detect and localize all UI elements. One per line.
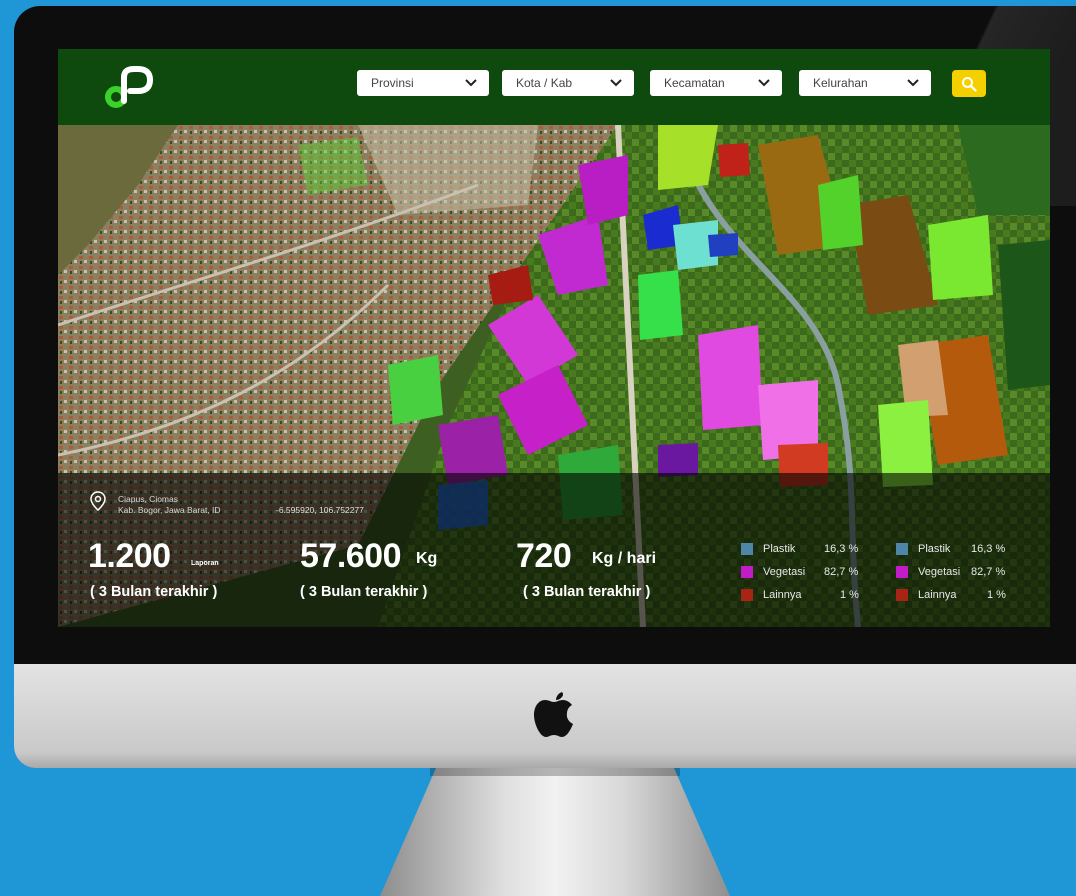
- daily-weight-unit: Kg / hari: [592, 550, 657, 567]
- legend-swatch: [741, 566, 753, 578]
- legend-item-vegetasi: Vegetasi: [741, 566, 805, 578]
- stand-shadow: [430, 768, 680, 776]
- legend-label: Vegetasi: [763, 566, 806, 578]
- legend-label: Lainnya: [763, 589, 802, 601]
- daily-weight-period: ( 3 Bulan terakhir ): [523, 584, 651, 600]
- location-place: Ciapus, Ciomas: [118, 494, 178, 504]
- reports-period: ( 3 Bulan terakhir ): [90, 584, 218, 600]
- legend-label: Lainnya: [918, 589, 957, 601]
- reports-unit: Laporan: [191, 560, 219, 567]
- village-dropdown[interactable]: Kelurahan: [799, 70, 931, 96]
- district-dropdown[interactable]: Kecamatan: [650, 70, 782, 96]
- brand-logo[interactable]: [102, 63, 160, 113]
- legend-swatch: [741, 543, 753, 555]
- legend-percent: 82,7 %: [824, 566, 859, 578]
- village-dropdown-label: Kelurahan: [813, 76, 868, 90]
- legend-item-plastik: Plastik: [741, 543, 795, 555]
- legend-item-vegetasi: Vegetasi: [896, 566, 960, 578]
- city-dropdown-label: Kota / Kab: [516, 76, 573, 90]
- legend-item-plastik: Plastik: [896, 543, 950, 555]
- total-weight-unit: Kg: [416, 550, 438, 567]
- district-dropdown-label: Kecamatan: [664, 76, 725, 90]
- city-dropdown[interactable]: Kota / Kab: [502, 70, 634, 96]
- legend-percent: 82,7 %: [971, 566, 1006, 578]
- legend-label: Plastik: [918, 543, 951, 555]
- chevron-down-icon: [465, 79, 477, 87]
- total-weight-period: ( 3 Bulan terakhir ): [300, 584, 428, 600]
- location-label: Ciapus, Ciomas Kab. Bogor, Jawa Barat, I…: [118, 494, 221, 516]
- chevron-down-icon: [907, 79, 919, 87]
- legend-percent: 16,3 %: [824, 543, 859, 555]
- legend-swatch: [896, 589, 908, 601]
- location-pin-icon: [90, 491, 106, 511]
- province-dropdown-label: Provinsi: [371, 76, 414, 90]
- daily-weight: 720: [516, 537, 572, 575]
- search-icon: [962, 76, 977, 92]
- legend-swatch: [896, 543, 908, 555]
- legend-item-lainnya: Lainnya: [741, 589, 802, 601]
- reports-count: 1.200: [88, 537, 171, 575]
- location-region: Kab. Bogor, Jawa Barat, ID: [118, 505, 221, 515]
- legend-swatch: [741, 589, 753, 601]
- app-screen: Provinsi Kota / Kab Kecamatan Kelurahan: [58, 49, 1050, 627]
- legend-percent: 16,3 %: [971, 543, 1006, 555]
- legend-label: Vegetasi: [918, 566, 961, 578]
- legend-item-lainnya: Lainnya: [896, 589, 957, 601]
- monitor-stand: [380, 768, 730, 896]
- total-weight: 57.600: [300, 537, 402, 575]
- top-bar: Provinsi Kota / Kab Kecamatan Kelurahan: [58, 49, 1050, 125]
- province-dropdown[interactable]: Provinsi: [357, 70, 489, 96]
- search-button[interactable]: [952, 70, 986, 97]
- legend-swatch: [896, 566, 908, 578]
- chevron-down-icon: [758, 79, 770, 87]
- legend-label: Plastik: [763, 543, 796, 555]
- legend-percent: 1 %: [840, 589, 859, 601]
- legend-percent: 1 %: [987, 589, 1006, 601]
- location-coordinates: -6.595920, 106.752277: [276, 505, 364, 515]
- chevron-down-icon: [610, 79, 622, 87]
- apple-logo: [534, 692, 573, 737]
